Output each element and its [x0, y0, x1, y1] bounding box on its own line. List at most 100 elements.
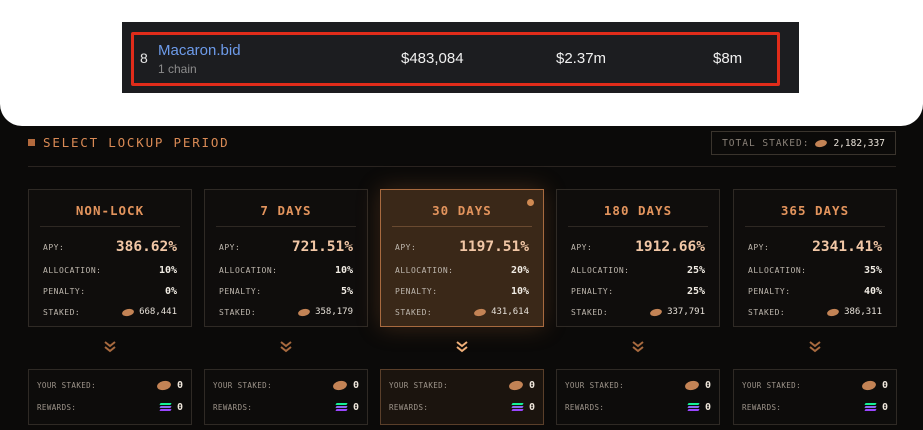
user-position-card-4: YOUR STAKED: 0 REWARDS: 0 [733, 369, 897, 425]
allocation-row: ALLOCATION: 35% [734, 263, 896, 277]
token-icon [861, 379, 877, 391]
apy-value: 721.51% [291, 239, 353, 255]
rewards-wrap: 0 [159, 401, 183, 413]
tier-card-3[interactable]: 180 DAYS APY: 1912.66% ALLOCATION: 25% P… [556, 189, 720, 327]
total-staked-label: TOTAL STAKED: [722, 137, 810, 149]
row-value-1: $483,084 [401, 50, 464, 67]
rewards-row: REWARDS: 0 [734, 400, 896, 414]
your-staked-label: YOUR STAKED: [37, 380, 96, 390]
solana-icon [159, 403, 172, 411]
staked-value-wrap: 431,614 [473, 307, 529, 317]
double-chevron-down-icon [204, 340, 368, 354]
penalty-row: PENALTY: 40% [734, 284, 896, 298]
token-icon [332, 379, 348, 391]
selected-dot-icon [527, 199, 534, 206]
token-icon [297, 307, 311, 317]
allocation-label: ALLOCATION: [571, 265, 630, 275]
your-staked-value: 0 [176, 379, 183, 391]
apy-label: APY: [43, 242, 65, 252]
token-icon [814, 138, 829, 148]
allocation-value: 20% [510, 264, 529, 276]
allocation-label: ALLOCATION: [395, 265, 454, 275]
staked-value: 386,311 [844, 307, 882, 317]
apy-row: APY: 1197.51% [381, 237, 543, 257]
your-staked-label: YOUR STAKED: [742, 380, 801, 390]
staked-value: 431,614 [491, 307, 529, 317]
your-staked-row: YOUR STAKED: 0 [381, 378, 543, 392]
allocation-label: ALLOCATION: [748, 265, 807, 275]
rewards-value: 0 [352, 401, 359, 413]
apy-row: APY: 1912.66% [557, 237, 719, 257]
tier-title: 7 DAYS [260, 203, 312, 218]
rewards-value: 0 [881, 401, 888, 413]
penalty-value: 25% [686, 285, 705, 297]
divider [28, 166, 896, 167]
section-header: SELECT LOCKUP PERIOD [28, 135, 230, 150]
your-staked-value: 0 [352, 379, 359, 391]
penalty-label: PENALTY: [748, 286, 791, 296]
your-staked-label: YOUR STAKED: [565, 380, 624, 390]
staked-row: STAKED: 668,441 [29, 305, 191, 319]
staked-row: STAKED: 386,311 [734, 305, 896, 319]
apy-value: 2341.41% [812, 239, 882, 255]
rewards-row: REWARDS: 0 [205, 400, 367, 414]
apy-label: APY: [395, 242, 417, 252]
tier-title: 365 DAYS [780, 203, 850, 218]
card-divider [568, 226, 708, 227]
solana-icon [511, 403, 524, 411]
rewards-value: 0 [528, 401, 535, 413]
rewards-value: 0 [704, 401, 711, 413]
rewards-label: REWARDS: [389, 402, 429, 412]
allocation-value: 10% [334, 264, 353, 276]
user-position-card-3: YOUR STAKED: 0 REWARDS: 0 [556, 369, 720, 425]
your-staked-wrap: 0 [508, 379, 535, 391]
user-position-card-1: YOUR STAKED: 0 REWARDS: 0 [204, 369, 368, 425]
penalty-row: PENALTY: 10% [381, 284, 543, 298]
your-staked-wrap: 0 [156, 379, 183, 391]
apy-row: APY: 386.62% [29, 237, 191, 257]
double-chevron-down-icon [556, 340, 720, 354]
card-divider [745, 226, 885, 227]
staked-row: STAKED: 431,614 [381, 305, 543, 319]
staked-label: STAKED: [219, 307, 257, 317]
token-icon [649, 307, 663, 317]
penalty-label: PENALTY: [571, 286, 614, 296]
rewards-value: 0 [176, 401, 183, 413]
token-icon [473, 307, 487, 317]
allocation-label: ALLOCATION: [43, 265, 102, 275]
penalty-row: PENALTY: 25% [557, 284, 719, 298]
tier-title: 30 DAYS [432, 203, 492, 218]
tier-card-2[interactable]: 30 DAYS APY: 1197.51% ALLOCATION: 20% PE… [380, 189, 544, 327]
project-link[interactable]: Macaron.bid [158, 42, 241, 59]
tier-card-4[interactable]: 365 DAYS APY: 2341.41% ALLOCATION: 35% P… [733, 189, 897, 327]
staked-value: 337,791 [667, 307, 705, 317]
your-staked-row: YOUR STAKED: 0 [557, 378, 719, 392]
tier-card-0[interactable]: NON-LOCK APY: 386.62% ALLOCATION: 10% PE… [28, 189, 192, 327]
solana-icon [335, 403, 348, 411]
rewards-wrap: 0 [511, 401, 535, 413]
total-staked-value: 2,182,337 [833, 137, 885, 149]
staked-row: STAKED: 337,791 [557, 305, 719, 319]
row-rank: 8 [140, 50, 148, 66]
token-icon [156, 379, 172, 391]
apy-value: 1197.51% [459, 239, 529, 255]
penalty-value: 5% [340, 285, 353, 297]
tier-title: NON-LOCK [75, 203, 145, 218]
row-value-2: $2.37m [556, 50, 607, 67]
staked-value: 358,179 [315, 307, 353, 317]
staked-value: 668,441 [139, 307, 177, 317]
your-staked-value: 0 [881, 379, 888, 391]
allocation-row: ALLOCATION: 20% [381, 263, 543, 277]
apy-label: APY: [219, 242, 241, 252]
penalty-row: PENALTY: 0% [29, 284, 191, 298]
rewards-wrap: 0 [864, 401, 888, 413]
user-position-card-0: YOUR STAKED: 0 REWARDS: 0 [28, 369, 192, 425]
tier-card-1[interactable]: 7 DAYS APY: 721.51% ALLOCATION: 10% PENA… [204, 189, 368, 327]
penalty-label: PENALTY: [219, 286, 262, 296]
your-staked-value: 0 [704, 379, 711, 391]
row-value-3: $8m [713, 50, 743, 67]
your-staked-wrap: 0 [332, 379, 359, 391]
rewards-label: REWARDS: [742, 402, 782, 412]
your-staked-wrap: 0 [861, 379, 888, 391]
penalty-value: 10% [510, 285, 529, 297]
